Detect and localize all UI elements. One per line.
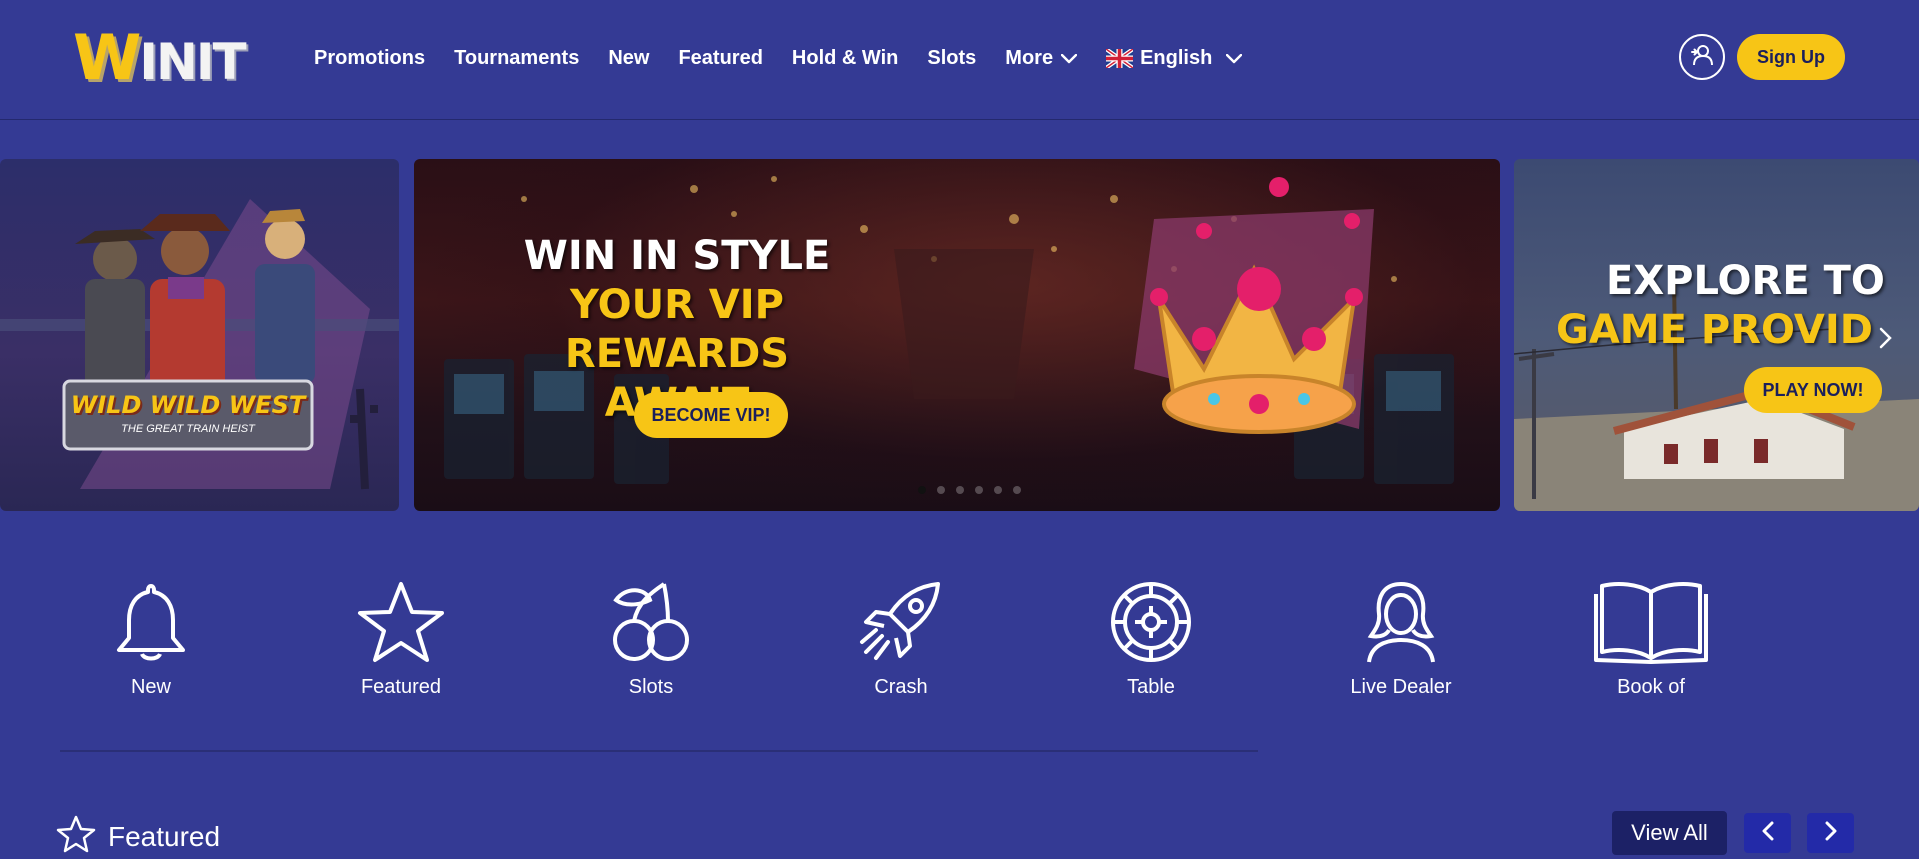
carousel-dot[interactable] xyxy=(937,486,945,494)
wild-west-logo-subtitle: THE GREAT TRAIN HEIST xyxy=(121,423,255,435)
nav-label: New xyxy=(608,46,650,69)
featured-next-button[interactable] xyxy=(1807,813,1854,853)
nav-hold-and-win[interactable]: Hold & Win xyxy=(792,47,898,70)
providers-banner-headline: EXPLORE TO GAME PROVID xyxy=(1556,257,1919,355)
nav-tournaments[interactable]: Tournaments xyxy=(454,47,579,70)
winit-logo[interactable]: WINIT xyxy=(73,27,247,92)
language-label: English xyxy=(1140,46,1213,69)
nav-label: Hold & Win xyxy=(791,46,899,69)
featured-section-title: Featured xyxy=(108,820,221,852)
language-selector[interactable]: English xyxy=(1106,46,1243,70)
nav-label: More xyxy=(1005,46,1054,69)
category-label: New xyxy=(130,676,171,698)
category-featured[interactable]: Featured xyxy=(336,580,466,699)
play-now-button[interactable]: PLAY NOW! xyxy=(1744,367,1882,413)
featured-section-header: Featured xyxy=(56,815,220,858)
nav-label: Promotions xyxy=(314,46,426,69)
category-label: Crash xyxy=(874,676,928,698)
category-label: Book of xyxy=(1617,676,1685,698)
login-button[interactable] xyxy=(1679,34,1725,80)
star-icon xyxy=(336,580,466,670)
nav-label: Featured xyxy=(678,46,763,69)
category-label: Live Dealer xyxy=(1350,676,1452,698)
featured-prev-button[interactable] xyxy=(1744,813,1791,853)
signup-button[interactable]: Sign Up xyxy=(1737,34,1845,80)
site-header: WINIT Promotions Tournaments New Feature… xyxy=(0,0,1919,120)
carousel-slide-game-providers[interactable]: EXPLORE TO GAME PROVID PLAY NOW! xyxy=(1514,159,1919,511)
category-crash[interactable]: Crash xyxy=(836,580,966,699)
logo-letter-w: W xyxy=(73,21,141,94)
category-live-dealer[interactable]: Live Dealer xyxy=(1336,580,1466,699)
carousel-dot[interactable] xyxy=(975,486,983,494)
nav-more-dropdown[interactable]: More xyxy=(1005,46,1078,70)
carousel-dot[interactable] xyxy=(918,486,926,494)
nav-new[interactable]: New xyxy=(608,47,649,70)
providers-headline-line2: GAME PROVID xyxy=(1556,307,1873,353)
roulette-icon xyxy=(1086,580,1216,670)
category-divider xyxy=(60,750,1258,752)
category-new[interactable]: New xyxy=(86,580,216,699)
wild-west-logo-title: WILD WILD WEST xyxy=(70,391,306,419)
chevron-left-icon xyxy=(1761,821,1775,846)
rocket-icon xyxy=(836,580,966,670)
category-label: Slots xyxy=(628,676,674,698)
wild-west-artwork xyxy=(0,199,399,490)
user-icon xyxy=(1689,42,1715,73)
bell-icon xyxy=(86,580,216,670)
nav-label: Slots xyxy=(927,46,977,69)
category-slots[interactable]: Slots xyxy=(586,580,716,699)
providers-headline-line1: EXPLORE TO xyxy=(1606,258,1885,304)
uk-flag-icon xyxy=(1106,48,1134,68)
carousel-dot[interactable] xyxy=(956,486,964,494)
vip-headline-line1: WIN IN STYLE xyxy=(523,233,831,279)
nav-promotions[interactable]: Promotions xyxy=(314,47,425,70)
become-vip-button[interactable]: BECOME VIP! xyxy=(634,392,788,438)
nav-featured[interactable]: Featured xyxy=(678,47,762,70)
book-icon xyxy=(1586,580,1716,670)
view-all-button[interactable]: View All xyxy=(1612,811,1727,855)
carousel-next-icon[interactable] xyxy=(1879,327,1893,354)
cherries-icon xyxy=(586,580,716,670)
star-icon xyxy=(56,815,96,858)
chevron-right-icon xyxy=(1824,821,1838,846)
logo-letters: INIT xyxy=(139,33,246,91)
main-nav: Promotions Tournaments New Featured Hold… xyxy=(314,40,1271,76)
category-book-of[interactable]: Book of xyxy=(1586,580,1716,699)
carousel-slide-vip[interactable]: WIN IN STYLE YOUR VIP REWARDS AWAIT BECO… xyxy=(414,159,1500,511)
carousel-slide-wild-wild-west[interactable]: WILD WILD WEST THE GREAT TRAIN HEIST xyxy=(0,159,399,511)
nav-label: Tournaments xyxy=(454,46,580,69)
carousel-dot[interactable] xyxy=(1013,486,1021,494)
category-table[interactable]: Table xyxy=(1086,580,1216,699)
vip-headline-line2: YOUR VIP REWARDS xyxy=(564,282,790,377)
carousel-dots xyxy=(918,486,1021,494)
category-label: Table xyxy=(1127,676,1175,698)
carousel-dot[interactable] xyxy=(994,486,1002,494)
category-label: Featured xyxy=(360,676,442,698)
dealer-icon xyxy=(1336,580,1466,670)
chevron-down-icon xyxy=(1226,47,1243,70)
nav-slots[interactable]: Slots xyxy=(927,47,976,70)
chevron-down-icon xyxy=(1060,47,1078,70)
